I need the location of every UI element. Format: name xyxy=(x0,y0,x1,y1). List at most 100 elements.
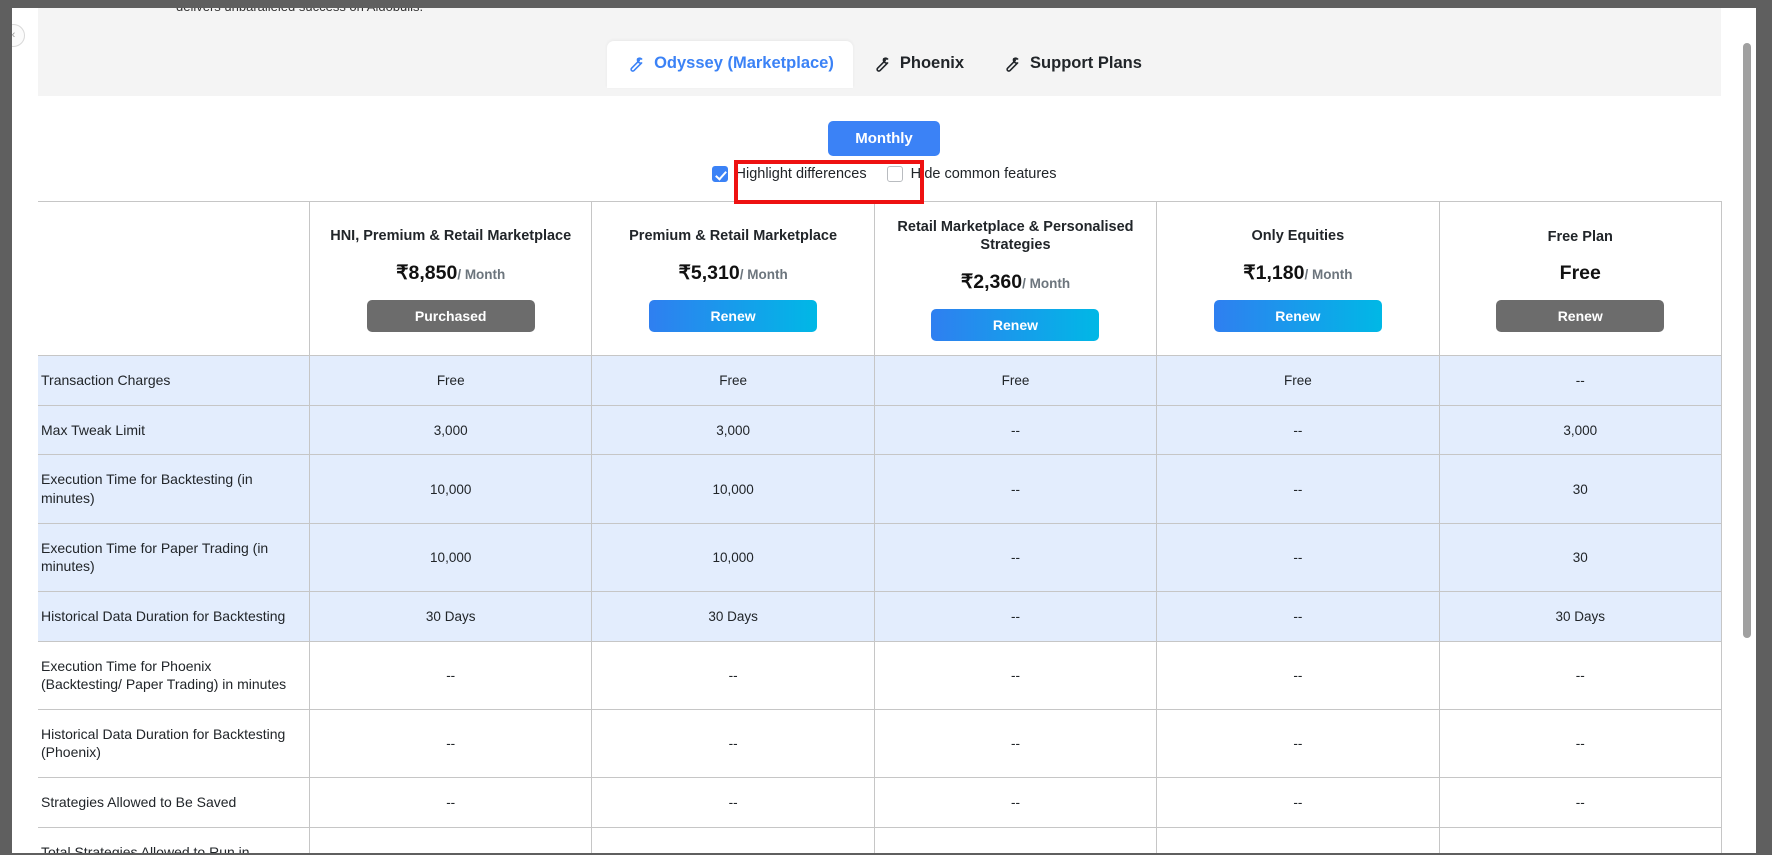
feature-value-cell: -- xyxy=(1438,355,1722,406)
plan-price: ₹2,360/ Month xyxy=(885,270,1146,294)
pricing-comparison-table-container: HNI, Premium & Retail Marketplace ₹8,850… xyxy=(24,200,1722,853)
highlight-differences-checkbox[interactable] xyxy=(711,166,728,182)
table-row: Strategies Allowed to Be Saved -- -- -- -- -- xyxy=(24,776,1722,828)
highlight-differences-option[interactable]: Highlight differences xyxy=(711,166,867,182)
feature-value-cell: -- xyxy=(1156,708,1440,778)
feature-value-cell: Free xyxy=(591,355,875,406)
feature-label-cell: Strategies Allowed to Be Saved xyxy=(24,776,310,828)
feature-value-cell: Free xyxy=(1156,355,1440,406)
plan-price-amount: ₹8,850 xyxy=(396,262,458,285)
plan-price-period: / Month xyxy=(1022,276,1071,292)
tab-odyssey-marketplace[interactable]: Odyssey (Marketplace) xyxy=(607,41,853,88)
feature-value-cell: -- xyxy=(873,404,1158,456)
feature-value-cell: -- xyxy=(308,826,593,853)
table-header: HNI, Premium & Retail Marketplace ₹8,850… xyxy=(24,200,1722,357)
plan-price: Free xyxy=(1450,262,1711,285)
table-row: Total Strategies Allowed to Run in Paral… xyxy=(24,826,1722,853)
table-row: Max Tweak Limit 3,000 3,000 -- -- 3,000 xyxy=(24,404,1722,456)
feature-value-cell: -- xyxy=(1156,454,1440,524)
plan-price-period: / Month xyxy=(457,267,506,283)
billing-period-toggle-row: Monthly xyxy=(12,121,1756,156)
feature-value-cell: -- xyxy=(308,708,593,778)
table-corner-cell xyxy=(24,200,310,357)
feature-value-cell: -- xyxy=(1156,590,1440,642)
plan-name: HNI, Premium & Retail Marketplace xyxy=(330,228,572,245)
table-options-row: Highlight differences Hide common featur… xyxy=(12,166,1756,182)
feature-value-cell: -- xyxy=(1156,522,1440,592)
feature-value-cell: 3,000 xyxy=(308,404,593,456)
plan-column-free-plan: Free Plan Free Renew xyxy=(1438,200,1722,357)
feature-value-cell: -- xyxy=(873,708,1158,778)
tab-label: Phoenix xyxy=(899,54,965,72)
plan-action-button[interactable]: Renew xyxy=(1496,299,1665,332)
plan-price-amount: Free xyxy=(1559,261,1601,284)
left-gutter xyxy=(12,8,38,853)
scrollbar-thumb[interactable] xyxy=(1743,43,1751,638)
monthly-toggle-button[interactable]: Monthly xyxy=(828,121,940,156)
tab-label: Support Plans xyxy=(1030,54,1142,72)
feature-value-cell: -- xyxy=(591,708,875,778)
feature-label-cell: Max Tweak Limit xyxy=(24,404,310,456)
table-row: Historical Data Duration for Backtesting… xyxy=(24,708,1722,778)
plan-price: ₹8,850/ Month xyxy=(320,261,581,285)
feature-value-cell: -- xyxy=(873,826,1158,853)
page-viewport: delivers unparalleled success on Algobul… xyxy=(12,8,1756,853)
feature-value-cell: -- xyxy=(591,640,875,710)
feature-value-cell: 30 Days xyxy=(591,590,875,642)
tab-support-plans[interactable]: Support Plans xyxy=(983,41,1161,88)
feature-label-cell: Historical Data Duration for Backtesting xyxy=(24,590,310,642)
feature-value-cell: -- xyxy=(873,640,1158,710)
feature-value-cell: -- xyxy=(308,640,593,710)
table-row: Execution Time for Backtesting (in minut… xyxy=(24,454,1722,524)
feature-value-cell: -- xyxy=(1438,776,1722,828)
feature-label-cell: Execution Time for Backtesting (in minut… xyxy=(24,454,310,524)
feature-label-cell: Total Strategies Allowed to Run in Paral… xyxy=(24,826,310,853)
feature-value-cell: -- xyxy=(1438,640,1722,710)
feature-value-cell: Free xyxy=(308,355,593,406)
feature-value-cell: Free xyxy=(873,355,1158,406)
clipped-banner-text: delivers unparalleled success on Algobul… xyxy=(176,8,423,11)
table-row: Historical Data Duration for Backtesting… xyxy=(24,590,1722,642)
plan-action-button[interactable]: Renew xyxy=(649,300,818,333)
plan-price-period: / Month xyxy=(1304,267,1353,283)
plan-price-amount: ₹5,310 xyxy=(678,262,740,285)
feature-value-cell: 10,000 xyxy=(308,522,593,592)
plan-column-hni-premium-retail: HNI, Premium & Retail Marketplace ₹8,850… xyxy=(308,200,593,357)
feature-value-cell: -- xyxy=(1156,640,1440,710)
feature-value-cell: -- xyxy=(873,776,1158,828)
hide-common-features-label: Hide common features xyxy=(910,166,1057,182)
plan-price: ₹5,310/ Month xyxy=(602,261,863,285)
plan-action-button[interactable]: Purchased xyxy=(366,300,535,333)
feature-value-cell: -- xyxy=(591,826,875,853)
plan-name: Free Plan xyxy=(1547,228,1613,245)
feature-label-cell: Execution Time for Paper Trading (in min… xyxy=(24,522,310,592)
plan-action-button[interactable]: Renew xyxy=(1213,300,1382,333)
feature-label-cell: Transaction Charges xyxy=(24,355,310,406)
tab-phoenix[interactable]: Phoenix xyxy=(853,41,983,88)
feature-value-cell: 10,000 xyxy=(591,522,875,592)
plan-column-retail-personalised: Retail Marketplace & Personalised Strate… xyxy=(873,200,1158,357)
feature-label-cell: Execution Time for Phoenix (Backtesting/… xyxy=(24,640,310,710)
plan-action-button[interactable]: Renew xyxy=(931,309,1100,342)
feature-value-cell: -- xyxy=(873,454,1158,524)
feature-value-cell: 30 Days xyxy=(1438,590,1722,642)
plan-price: ₹1,180/ Month xyxy=(1167,261,1428,285)
feature-value-cell: 30 xyxy=(1438,454,1722,524)
feature-value-cell: -- xyxy=(1156,826,1440,853)
hide-common-features-option[interactable]: Hide common features xyxy=(886,166,1057,182)
table-row: Transaction Charges Free Free Free Free -- xyxy=(24,355,1722,406)
plan-name: Only Equities xyxy=(1251,228,1345,245)
feature-value-cell: -- xyxy=(873,590,1158,642)
plan-name: Retail Marketplace & Personalised Strate… xyxy=(897,219,1134,254)
hide-common-features-checkbox[interactable] xyxy=(886,166,903,182)
highlight-differences-label: Highlight differences xyxy=(735,166,867,182)
feature-value-cell: -- xyxy=(1438,826,1722,853)
plan-category-tabs: Odyssey (Marketplace) Phoenix Support Pl… xyxy=(12,41,1756,88)
wrench-icon xyxy=(1006,57,1019,72)
vertical-scrollbar[interactable] xyxy=(1738,8,1756,853)
plan-name: Premium & Retail Marketplace xyxy=(629,228,838,245)
feature-value-cell: -- xyxy=(1156,404,1440,456)
wrench-icon xyxy=(630,57,643,72)
pricing-comparison-table: HNI, Premium & Retail Marketplace ₹8,850… xyxy=(24,200,1722,853)
plan-price-amount: ₹1,180 xyxy=(1243,262,1305,285)
